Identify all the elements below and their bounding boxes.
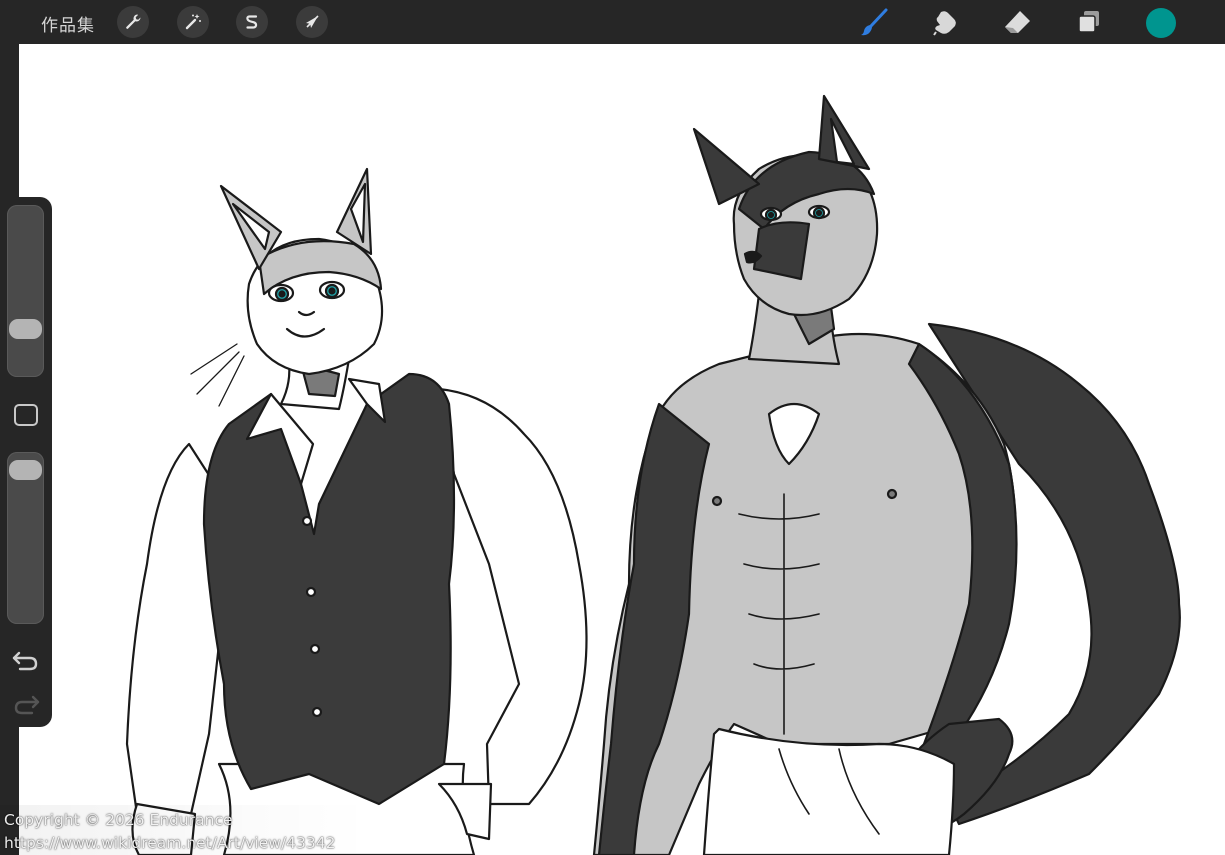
magic-wand-icon <box>185 14 201 30</box>
opacity-slider-thumb[interactable] <box>9 459 42 480</box>
gallery-button[interactable]: 作品集 <box>41 11 95 36</box>
redo-arrow-icon <box>14 695 40 715</box>
color-picker-button[interactable] <box>1146 8 1176 38</box>
drawing-canvas[interactable] <box>19 44 1225 855</box>
artwork-illustration <box>125 94 1181 855</box>
undo-arrow-icon <box>12 651 38 671</box>
smudge-tool-button[interactable] <box>929 6 963 38</box>
brush-size-slider-thumb[interactable] <box>9 319 42 340</box>
eraser-icon <box>1005 11 1030 33</box>
opacity-slider[interactable] <box>7 452 44 624</box>
sidebar-panel <box>0 197 52 727</box>
selection-button[interactable] <box>236 6 268 38</box>
layers-icon <box>1078 11 1099 33</box>
undo-button[interactable] <box>10 647 42 673</box>
selection-s-icon <box>246 15 258 29</box>
brush-icon <box>861 8 888 36</box>
brush-tool-button[interactable] <box>857 6 891 38</box>
copyright-text: Copyright © 2026 Endurance <box>4 811 233 829</box>
top-toolbar: 作品集 <box>0 0 1225 44</box>
source-url-text: https://www.wikidream.net/Art/view/43342 <box>4 834 336 852</box>
transform-button[interactable] <box>296 6 328 38</box>
eraser-tool-button[interactable] <box>1000 6 1034 38</box>
modify-button[interactable] <box>14 404 38 426</box>
layers-button[interactable] <box>1072 6 1106 38</box>
transform-arrow-icon <box>306 15 319 28</box>
actions-button[interactable] <box>117 6 149 38</box>
copyright-watermark: Copyright © 2026 Endurance https://www.w… <box>0 805 370 855</box>
redo-button[interactable] <box>10 691 42 717</box>
wrench-icon <box>126 14 141 29</box>
brush-size-slider[interactable] <box>7 205 44 377</box>
smudge-finger-icon <box>933 11 956 36</box>
adjustments-button[interactable] <box>177 6 209 38</box>
